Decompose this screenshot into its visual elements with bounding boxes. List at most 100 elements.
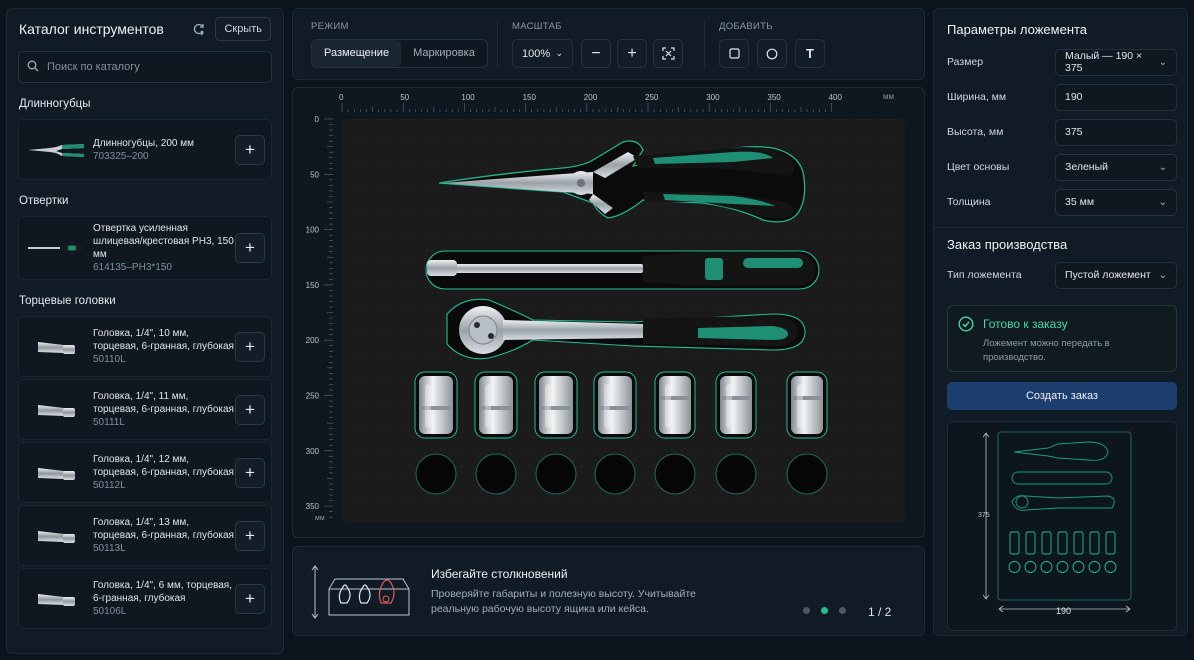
ruler-y-label: 300 (306, 447, 320, 456)
list-item[interactable]: Головка, 1/4", 12 мм, торцевая, 6-гранна… (18, 442, 272, 503)
tray-preview: 375 190 (947, 421, 1177, 631)
ruler-x-label: 250 (645, 93, 659, 102)
preview-width-label: 190 (1056, 606, 1071, 616)
add-circle-button[interactable] (757, 39, 787, 68)
params-title: Параметры ложемента (947, 22, 1088, 37)
catalog-panel: Каталог инструментов Скрыть Длинногубцы … (6, 8, 284, 654)
ruler-y-label: 150 (306, 281, 320, 290)
type-row: Тип ложемента Пустой ложемент ⌄ (947, 261, 1177, 289)
square-icon (728, 48, 740, 59)
list-item[interactable]: Отвертка усиленная шлицевая/крестовая PH… (18, 216, 272, 280)
catalog-header: Каталог инструментов Скрыть (7, 9, 283, 49)
socket-tool[interactable] (654, 371, 696, 439)
search-box[interactable] (18, 51, 272, 83)
socket-tool[interactable] (593, 371, 637, 439)
zoom-out-button[interactable]: − (581, 39, 611, 68)
canvas-svg: 0 50 100 150 200 250 300 350 400 0 50 100 150 200 250… (306, 92, 905, 522)
ready-status-card: Готово к заказу Ложемент можно передать … (947, 305, 1177, 372)
size-select[interactable]: Малый — 190 × 375 ⌄ (1055, 48, 1177, 76)
add-item-button[interactable]: + (235, 520, 265, 551)
list-item[interactable]: Головка, 1/4", 13 мм, торцевая, 6-гранна… (18, 505, 272, 566)
item-sku: 703325–200 (93, 150, 149, 162)
list-item[interactable]: Головка, 1/4", 10 мм, торцевая, 6-гранна… (18, 316, 272, 377)
mode-switch: Размещение Маркировка (311, 39, 488, 68)
color-select[interactable]: Зеленый ⌄ (1055, 153, 1177, 181)
page-indicator: 1 / 2 (868, 605, 892, 619)
hide-button[interactable]: Скрыть (215, 17, 271, 41)
check-circle-icon (958, 316, 974, 332)
fit-screen-button[interactable] (653, 39, 683, 68)
add-text-button[interactable]: T (795, 39, 825, 68)
params-panel: Параметры ложемента Размер Малый — 190 ×… (933, 8, 1189, 636)
list-item[interactable]: Головка, 1/4", 6 мм, торцевая, 6-гранная… (18, 568, 272, 629)
search-icon (27, 60, 39, 75)
mode-placement-tab[interactable]: Размещение (312, 40, 402, 67)
empty-slot[interactable] (535, 453, 577, 495)
screwdriver-tool[interactable] (425, 250, 820, 290)
add-item-button[interactable]: + (235, 134, 265, 165)
chevron-down-icon: ⌄ (555, 48, 563, 58)
empty-slot[interactable] (594, 453, 636, 495)
list-item[interactable]: Головка, 1/4", 11 мм, торцевая, 6-гранна… (18, 379, 272, 440)
empty-slot[interactable] (475, 453, 517, 495)
page-dot-active[interactable] (821, 607, 828, 614)
add-item-button[interactable]: + (235, 457, 265, 488)
preview-socket (1025, 531, 1036, 555)
socket-tool[interactable] (474, 371, 518, 439)
refresh-icon[interactable] (189, 19, 209, 39)
thickness-select[interactable]: 35 мм ⌄ (1055, 188, 1177, 216)
zoom-select[interactable]: 100% ⌄ (512, 39, 573, 68)
list-item[interactable]: Длинногубцы, 200 мм 703325–200 + (18, 119, 272, 180)
empty-slot[interactable] (415, 453, 457, 495)
thickness-label: Толщина (947, 196, 991, 208)
preview-socket (1073, 531, 1084, 555)
group-title-pliers: Длинногубцы (19, 98, 91, 110)
size-row: Размер Малый — 190 × 375 ⌄ (947, 48, 1177, 76)
preview-holes (1008, 561, 1117, 573)
color-value: Зеленый (1065, 161, 1109, 173)
page-dot[interactable] (803, 607, 810, 614)
ruler-y-label: 200 (306, 336, 320, 345)
chevron-down-icon: ⌄ (1158, 269, 1167, 281)
item-name: Головка, 1/4", 11 мм, торцевая, 6-гранна… (93, 391, 234, 415)
item-sku: 50106L (93, 606, 127, 617)
item-sku: 50111L (93, 417, 125, 428)
width-row: Ширина, мм 190 (947, 83, 1177, 111)
type-value: Пустой ложемент (1065, 269, 1151, 281)
preview-socket (1105, 531, 1116, 555)
width-label: Ширина, мм (947, 91, 1007, 103)
page-dot[interactable] (839, 607, 846, 614)
socket-thumbnail (25, 449, 87, 497)
socket-tool[interactable] (534, 371, 578, 439)
search-input[interactable] (47, 61, 247, 73)
add-item-button[interactable]: + (235, 583, 265, 614)
empty-slot[interactable] (715, 453, 757, 495)
divider (934, 227, 1189, 228)
empty-slot[interactable] (786, 453, 828, 495)
socket-tool[interactable] (414, 371, 458, 439)
add-item-button[interactable]: + (235, 394, 265, 425)
type-select[interactable]: Пустой ложемент ⌄ (1055, 261, 1177, 289)
item-sku: 614135–PH3*150 (93, 262, 172, 273)
create-order-button[interactable]: Создать заказ (947, 382, 1177, 410)
ruler-y-label: 100 (306, 226, 320, 235)
add-item-button[interactable]: + (235, 331, 265, 362)
item-name: Головка, 1/4", 6 мм, торцевая, 6-гранная… (93, 580, 232, 604)
empty-slot[interactable] (654, 453, 696, 495)
chevron-down-icon: ⌄ (1158, 161, 1167, 173)
type-label: Тип ложемента (947, 269, 1022, 281)
socket-tool[interactable] (786, 371, 828, 439)
mode-marking-tab[interactable]: Маркировка (401, 40, 487, 67)
zoom-in-button[interactable]: + (617, 39, 647, 68)
layout-canvas[interactable]: 0 50 100 150 200 250 300 350 400 0 50 100 150 200 250… (292, 87, 925, 538)
chevron-down-icon: ⌄ (1158, 56, 1167, 68)
fit-screen-icon (661, 47, 675, 60)
add-item-button[interactable]: + (235, 233, 265, 263)
add-rectangle-button[interactable] (719, 39, 749, 68)
width-field[interactable]: 190 (1055, 83, 1177, 111)
screwdriver-thumbnail (25, 224, 87, 272)
preview-hole (1040, 561, 1053, 573)
height-field[interactable]: 375 (1055, 118, 1177, 146)
socket-tool[interactable] (715, 371, 757, 439)
tip-text: Проверяйте габариты и полезную высоту. У… (431, 588, 696, 615)
